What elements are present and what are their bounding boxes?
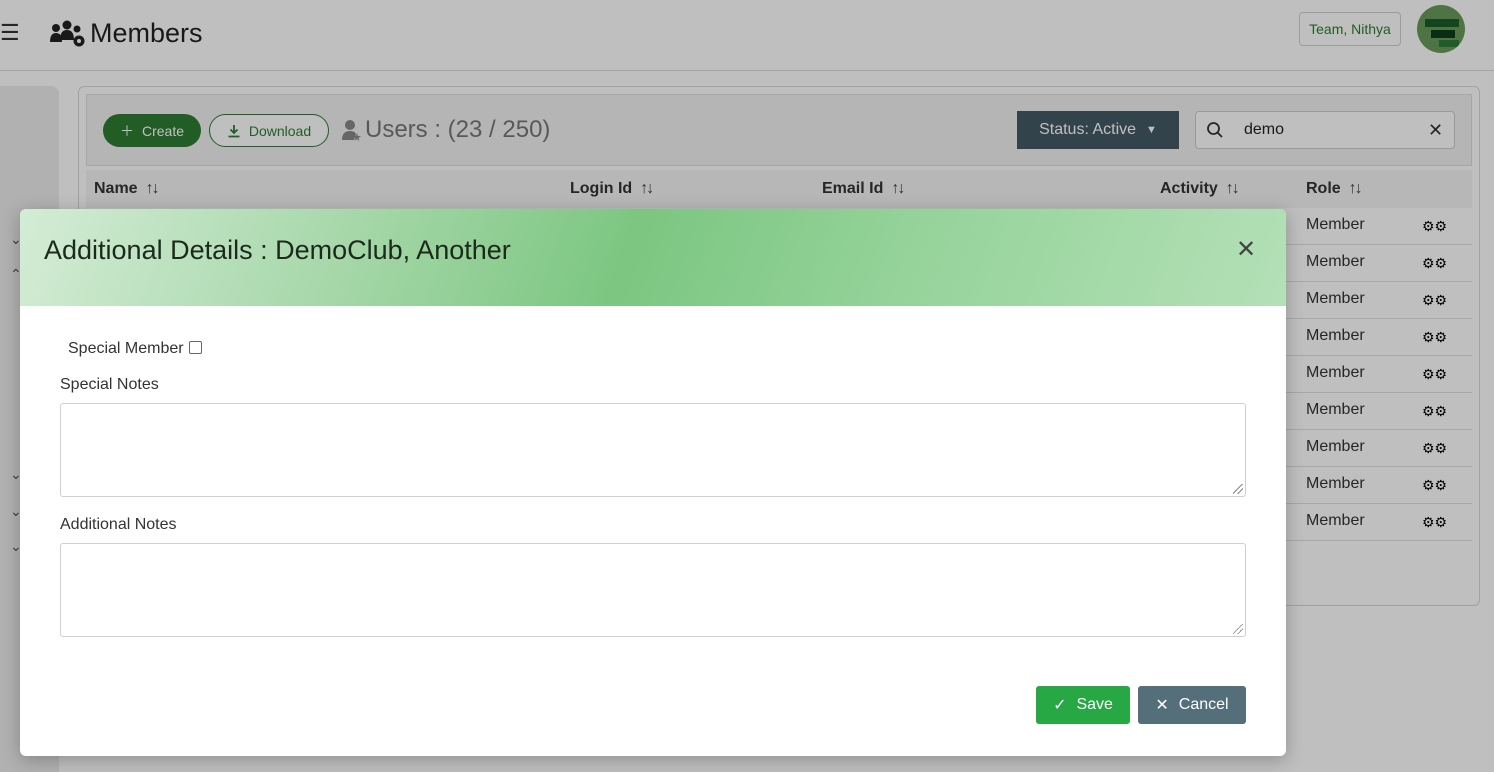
additional-details-modal: Additional Details : DemoClub, Another ✕… [20, 209, 1286, 756]
check-icon: ✓ [1053, 697, 1067, 714]
special-member-checkbox[interactable] [189, 341, 202, 354]
additional-notes-label: Additional Notes [60, 516, 177, 533]
close-icon: ✕ [1155, 697, 1169, 714]
special-notes-textarea[interactable] [60, 403, 1246, 497]
special-notes-label: Special Notes [60, 376, 159, 393]
save-label: Save [1076, 696, 1113, 713]
additional-notes-textarea[interactable] [60, 543, 1246, 637]
modal-title: Additional Details : DemoClub, Another [44, 235, 511, 265]
cancel-button[interactable]: ✕ Cancel [1138, 686, 1246, 724]
cancel-label: Cancel [1178, 696, 1229, 713]
resize-handle[interactable] [1233, 484, 1243, 494]
close-icon[interactable]: ✕ [1236, 235, 1256, 264]
special-member-label: Special Member [68, 340, 184, 357]
save-button[interactable]: ✓ Save [1036, 686, 1130, 724]
resize-handle[interactable] [1233, 624, 1243, 634]
modal-header: Additional Details : DemoClub, Another ✕ [20, 209, 1286, 306]
